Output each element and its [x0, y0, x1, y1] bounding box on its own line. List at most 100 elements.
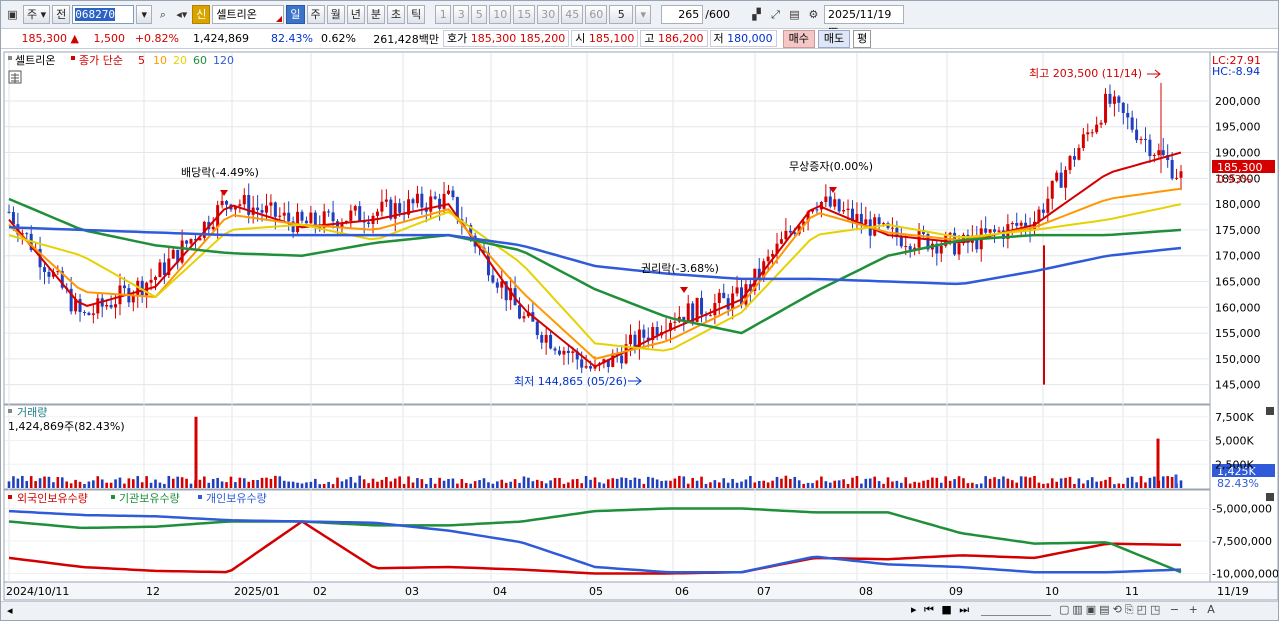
volume-bar — [389, 481, 393, 488]
holding-close-icon[interactable] — [1266, 493, 1274, 501]
minute-45-button[interactable]: 45 — [561, 5, 584, 24]
volume-bar — [904, 477, 908, 488]
candle-body — [553, 348, 557, 351]
candle-body — [788, 230, 792, 233]
stock-code-input[interactable]: 068270 — [72, 5, 135, 24]
interval-input[interactable]: 5 — [609, 5, 634, 24]
minute-10-button[interactable]: 10 — [489, 5, 512, 24]
volume-bar — [607, 479, 610, 488]
volume-bar — [602, 483, 606, 488]
candle-body — [220, 200, 224, 206]
buy-button[interactable]: 매수 — [782, 29, 815, 48]
period-year-button[interactable]: 년 — [346, 5, 365, 24]
current-price: 185,300 ▲ — [21, 32, 79, 45]
period-month-button[interactable]: 월 — [326, 5, 345, 24]
volume-bar — [917, 482, 921, 488]
volume-bar — [518, 482, 521, 488]
minute-3-button[interactable]: 3 — [453, 5, 470, 24]
candle-body — [1108, 93, 1112, 104]
minute-5-button[interactable]: 5 — [471, 5, 488, 24]
average-button[interactable]: 평 — [853, 29, 872, 48]
candle-body — [433, 196, 437, 199]
candle-body — [242, 195, 246, 205]
volume-bar — [935, 477, 939, 488]
window-icon[interactable]: ▣ — [4, 5, 21, 24]
scroll-bar[interactable]: ◂ ▸ ⏮ ■ ⏭ ▢▥▣▤⟲⎘◰◳ − + A — [1, 601, 1278, 620]
volume-bar — [789, 478, 792, 488]
volume-close-icon[interactable] — [1266, 407, 1274, 415]
candle-body — [700, 297, 704, 315]
minute-60-button[interactable]: 60 — [585, 5, 608, 24]
candle-body — [713, 303, 717, 316]
volume-bar — [997, 479, 1001, 488]
code-dropdown-icon[interactable]: ▾ — [136, 5, 153, 24]
period-tick-button[interactable]: 틱 — [407, 5, 426, 24]
volume-bar — [1042, 483, 1045, 488]
volume-bar — [766, 482, 770, 488]
candle-body — [451, 190, 455, 198]
minute-30-button[interactable]: 30 — [537, 5, 560, 24]
y-tick-label: 145,000 — [1215, 379, 1261, 392]
pct-tag: 0.93% — [1217, 173, 1252, 186]
period-type-select[interactable]: 주 ▾ — [23, 5, 51, 24]
volume-bar — [336, 477, 339, 488]
stock-chart[interactable]: 145,000 150,000 155,000 160,000 165,000 170,0… — [1, 50, 1278, 601]
volume-bar — [385, 477, 388, 488]
sell-button[interactable]: 매도 — [817, 29, 851, 48]
volume-bar — [966, 483, 970, 488]
period-second-button[interactable]: 초 — [387, 5, 406, 24]
vol-tick-label: 5,000K — [1215, 435, 1254, 448]
volume-bar — [1011, 480, 1014, 488]
prev-button[interactable]: 전 — [52, 5, 71, 24]
volume-bar — [908, 483, 912, 488]
volume-bar — [771, 480, 774, 488]
shin-badge: 신 — [192, 5, 211, 24]
playback-controls[interactable]: ▸ ⏮ ■ ⏭ — [911, 603, 971, 617]
volume-bar — [442, 480, 446, 488]
annotation-dividend: 배당락(-4.49%) — [181, 166, 259, 179]
volume-bar — [367, 483, 370, 488]
volume-bar — [593, 477, 597, 488]
count-input[interactable]: 265 — [661, 5, 704, 24]
volume-bar — [757, 480, 761, 488]
interval-dropdown-icon[interactable]: ▾ — [635, 5, 652, 24]
candle-body — [629, 334, 633, 345]
minute-15-button[interactable]: 15 — [513, 5, 536, 24]
volume-bar — [203, 476, 206, 488]
x-tick-label: 07 — [757, 585, 771, 598]
chart-settings-icon[interactable]: ▞ — [748, 5, 765, 24]
volume-bar — [358, 475, 362, 488]
period-minute-button[interactable]: 분 — [366, 5, 386, 24]
search-icon[interactable]: ⌕ — [154, 5, 171, 24]
volume-bar — [682, 476, 686, 488]
candle-body — [256, 207, 260, 211]
stock-name-field[interactable]: 셀트리온 — [212, 5, 285, 24]
scroll-left-icon[interactable]: ◂ — [7, 604, 13, 617]
volume-bar — [1024, 476, 1027, 488]
save-icon[interactable]: ▤ — [786, 5, 803, 24]
zoom-slider[interactable] — [981, 604, 1051, 616]
volume-bar — [944, 476, 948, 488]
sound-icon[interactable]: ◂▾ — [173, 5, 190, 24]
period-week-button[interactable]: 주 — [306, 5, 325, 24]
candle-body — [1077, 147, 1081, 160]
volume-bar — [1170, 476, 1174, 488]
volume-bar — [1068, 476, 1072, 488]
candle-body — [535, 321, 539, 336]
gear-icon[interactable]: ⚙ — [805, 5, 822, 24]
volume-bar — [34, 481, 37, 488]
y-tick-label: 200,000 — [1215, 95, 1261, 108]
volume-bar — [753, 482, 757, 488]
view-tools[interactable]: ▢▥▣▤⟲⎘◰◳ − + A — [1059, 603, 1218, 617]
candle-body — [549, 334, 553, 349]
volume-bar — [376, 481, 379, 488]
volume-bar — [886, 477, 890, 488]
minute-1-button[interactable]: 1 — [435, 5, 452, 24]
period-day-button[interactable]: 일 — [286, 5, 305, 24]
candle-body — [1099, 122, 1103, 125]
volume-bar — [664, 480, 668, 488]
volume-bar — [60, 477, 64, 488]
date-input[interactable]: 2025/11/19 ▦ — [823, 5, 904, 38]
draw-tool-icon[interactable]: ⤢ — [767, 5, 784, 24]
volume-bar — [1064, 477, 1067, 488]
